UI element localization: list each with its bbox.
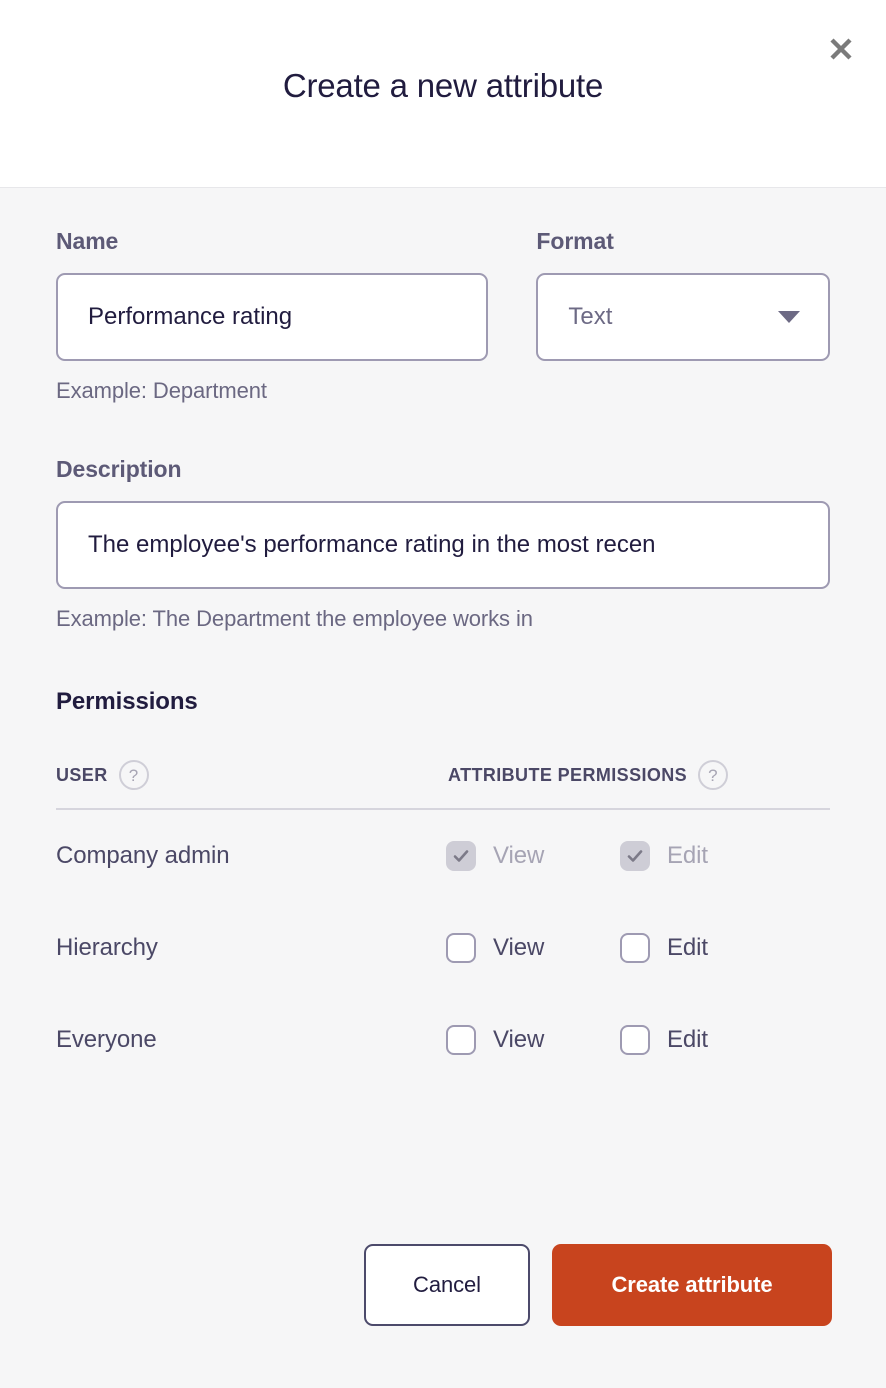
edit-checkbox[interactable] [620,1025,650,1055]
help-circle-icon[interactable]: ? [118,760,149,790]
create-attribute-button[interactable]: Create attribute [552,1244,832,1326]
dialog-title: Create a new attribute [282,67,604,104]
format-field-group: Format Text [536,228,830,404]
view-checkbox [446,841,476,871]
name-format-row: Name Performance rating Example: Departm… [56,188,830,404]
permissions-table-header: User ? Attribute permissions ? [56,760,830,810]
permission-view-option: View [446,1025,620,1055]
dialog-footer: Cancel Create attribute [0,1244,886,1388]
view-label: View [493,934,545,961]
edit-label: Edit [667,934,708,961]
dialog-body: Name Performance rating Example: Departm… [0,188,886,1244]
column-header-attribute-permissions: Attribute permissions ? [448,760,729,790]
permission-edit-option: Edit [620,1025,794,1055]
edit-checkbox [620,841,650,871]
description-label: Description [56,456,182,482]
permissions-section: Permissions User ? Attribute permissions… [56,632,830,1086]
format-label: Format [536,228,614,254]
table-row: Everyone View Edit [56,994,830,1086]
dialog-header: Create a new attribute [0,0,886,188]
view-checkbox[interactable] [446,933,476,963]
permissions-heading: Permissions [56,688,198,715]
help-circle-icon[interactable]: ? [698,760,729,790]
permission-edit-option: Edit [620,841,794,871]
view-label: View [493,1026,545,1053]
name-hint: Example: Department [56,378,267,403]
view-checkbox[interactable] [446,1025,476,1055]
name-label: Name [56,228,119,254]
description-input[interactable]: The employee's performance rating in the… [56,501,830,589]
view-label: View [493,842,545,869]
edit-checkbox[interactable] [620,933,650,963]
close-icon[interactable] [820,28,862,70]
permission-view-option: View [446,841,620,871]
permission-row-user: Everyone [56,1026,157,1053]
description-field-group: Description The employee's performance r… [56,404,830,632]
name-input[interactable]: Performance rating [56,273,489,361]
permission-row-user: Hierarchy [56,934,158,961]
format-select[interactable]: Text [536,273,830,361]
permission-view-option: View [446,933,620,963]
create-attribute-dialog: Create a new attribute Name Performance … [0,0,886,1388]
edit-label: Edit [667,842,708,869]
column-header-attribute-permissions-label: Attribute permissions [448,764,688,785]
column-header-user-label: User [56,764,108,785]
format-select-wrapper: Text [536,273,830,361]
table-row: Company admin View Edit [56,810,830,902]
permission-row-user: Company admin [56,842,230,869]
description-hint: Example: The Department the employee wor… [56,606,533,631]
name-field-group: Name Performance rating Example: Departm… [56,228,489,404]
column-header-user: User ? [56,760,448,790]
permission-edit-option: Edit [620,933,794,963]
cancel-button[interactable]: Cancel [364,1244,530,1326]
edit-label: Edit [667,1026,708,1053]
table-row: Hierarchy View Edit [56,902,830,994]
